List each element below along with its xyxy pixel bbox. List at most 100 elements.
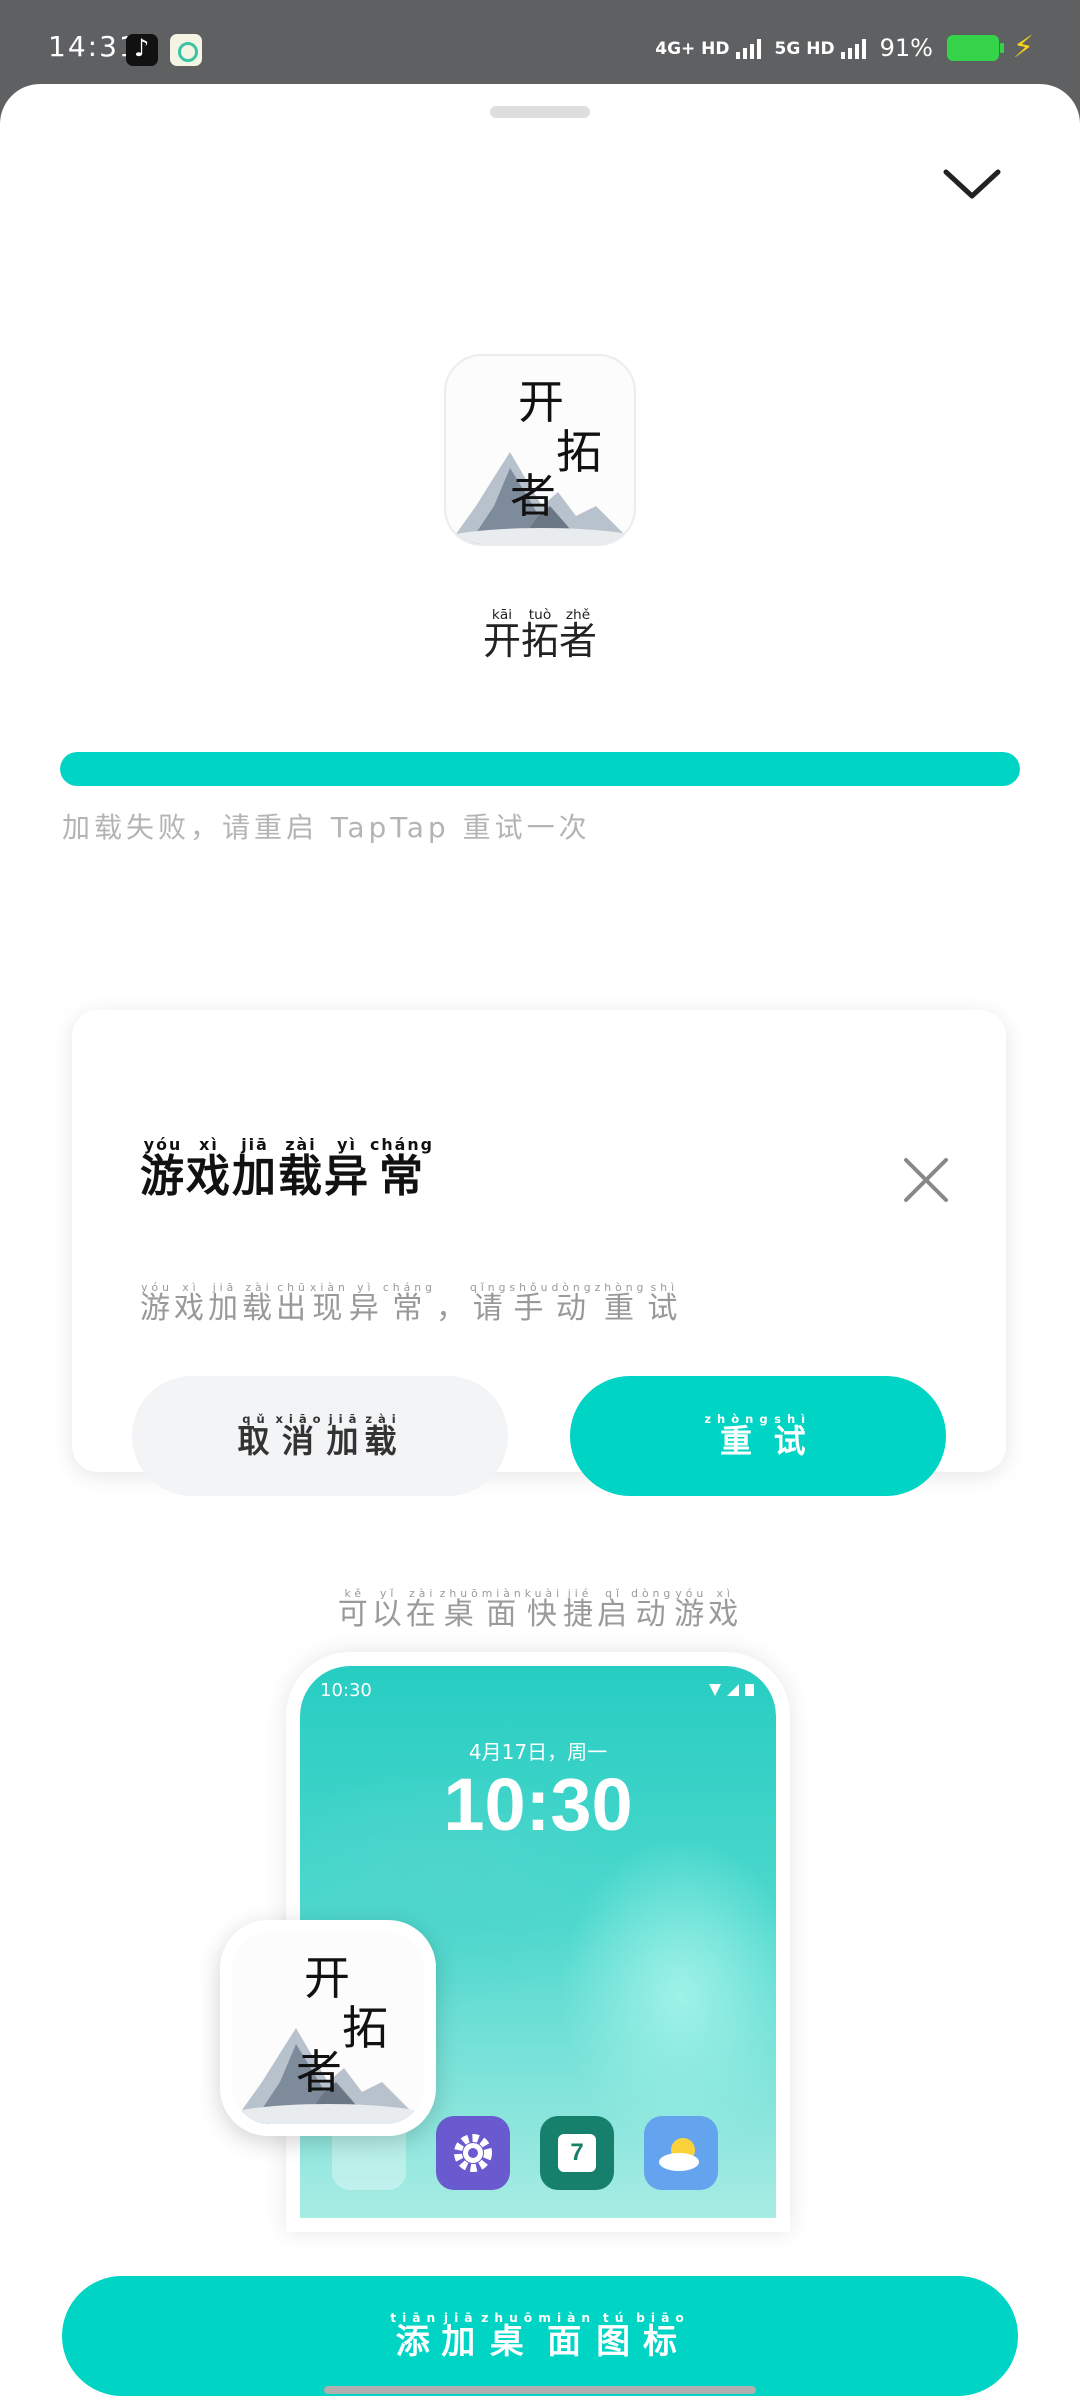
ruby-char: qǐng 请	[470, 1282, 510, 1325]
game-name-text: kāi 开 tuò 拓 zhě 者	[483, 608, 597, 662]
hanzi: 启	[597, 1597, 632, 1633]
hanzi: 在	[405, 1597, 440, 1633]
retry-label: zhòng 重 shì 试	[704, 1413, 811, 1459]
loading-progress-fill	[60, 752, 1020, 786]
icon-title-char: 者	[296, 2045, 342, 2099]
ruby-char: jiā 加	[327, 1413, 365, 1459]
ruby-char: xiāo 消	[275, 1413, 326, 1459]
hanzi: 以	[371, 1597, 406, 1633]
ruby-char: yì 异	[349, 1282, 383, 1325]
ruby-char: jiā 加	[208, 1282, 242, 1325]
dialog-message-text: yóu 游 xì 戏 jiā 加 zài 载 chū 出 xiàn 现 yì 异 cháng 常 ， qǐng 请…	[140, 1282, 681, 1325]
ruby-char: chū 出	[276, 1282, 310, 1325]
drag-handle[interactable]	[490, 106, 590, 118]
ruby-char: yǐ 以	[372, 1588, 406, 1631]
add-desktop-shortcut-label: tiān 添 jiā 加 zhuō 桌 miàn 面 tú 图 biāo 标	[390, 2311, 690, 2362]
hanzi: 出	[276, 1291, 310, 1327]
ruby-char: miàn 面	[482, 1588, 525, 1631]
hanzi: 图	[596, 2321, 637, 2362]
ruby-char: ，	[436, 1282, 470, 1325]
hanzi: ，	[435, 1291, 470, 1327]
ruby-char: dòng 动	[631, 1588, 674, 1631]
ruby-char: zài 在	[406, 1588, 440, 1631]
ruby-char: zài 载	[278, 1136, 324, 1202]
status-bar: 14:31 4G+ HD 5G HD 91% ⚡	[0, 0, 1080, 84]
close-icon[interactable]	[898, 1152, 954, 1208]
ruby-char: jié 捷	[563, 1588, 597, 1631]
home-indicator[interactable]	[324, 2386, 756, 2394]
calendar-day: 7	[558, 2134, 596, 2172]
app-icon	[170, 34, 202, 66]
hanzi: 可	[337, 1597, 372, 1633]
hanzi: 动	[556, 1291, 591, 1327]
ruby-char: xì 戏	[186, 1136, 232, 1202]
hanzi: 常	[378, 1150, 425, 1202]
retry-button[interactable]: zhòng 重 shì 试	[570, 1376, 946, 1496]
collapse-chevron-icon[interactable]	[940, 154, 1004, 218]
bottom-sheet: 开 拓 者 kāi 开 tuò 拓 zhě 者 加载失败，请重启 TapTap 重试一次 …	[0, 84, 1080, 2400]
ruby-char: biāo 标	[636, 2311, 690, 2361]
hanzi: 戏	[174, 1291, 208, 1327]
phone-date: 4月17日，周一	[468, 1740, 608, 1764]
hanzi: 取	[237, 1422, 276, 1461]
tiktok-icon	[126, 34, 158, 66]
phone-clock: 10:30	[443, 1763, 633, 1846]
ruby-char: xiàn 现	[310, 1282, 349, 1325]
hanzi: 面	[486, 1597, 521, 1633]
hanzi: 异	[348, 1291, 383, 1327]
icon-title-char: 拓	[556, 425, 602, 479]
ruby-char: zhě 者	[559, 608, 597, 662]
network-label-2: 5G HD	[774, 38, 835, 59]
hanzi: 加	[208, 1291, 242, 1327]
phone-status-icons	[709, 1684, 754, 1696]
hanzi: 捷	[563, 1597, 598, 1633]
battery-level: 91%	[879, 33, 933, 62]
ruby-char: jiā 加	[232, 1136, 278, 1200]
game-name: kāi 开 tuò 拓 zhě 者	[0, 584, 1080, 662]
hanzi: 戏	[186, 1150, 232, 1202]
loading-status-text: 加载失败，请重启 TapTap 重试一次	[62, 811, 591, 844]
icon-title: 开 拓 者	[232, 1932, 424, 2124]
hanzi: 载	[242, 1291, 276, 1327]
ruby-char: miàn 面	[538, 2311, 596, 2362]
hanzi: 重	[604, 1291, 638, 1327]
cancel-loading-label: qǔ 取 xiāo 消 jiā 加 zài 载	[237, 1413, 402, 1459]
hanzi: 游	[140, 1291, 174, 1327]
ruby-char: shǒu 手	[510, 1282, 552, 1325]
hanzi: 常	[392, 1291, 427, 1327]
ruby-char: shì 试	[774, 1413, 812, 1459]
hanzi: 请	[472, 1291, 507, 1327]
ruby-char: zhòng 重	[704, 1413, 773, 1459]
icon-title-char: 者	[510, 469, 556, 523]
hanzi: 面	[547, 2321, 588, 2362]
ruby-char: cháng 常	[383, 1282, 436, 1325]
hanzi: 游	[674, 1597, 709, 1633]
ruby-char: dòng 动	[551, 1282, 594, 1325]
ruby-char: yóu 游	[674, 1588, 708, 1631]
hanzi: 载	[278, 1150, 324, 1202]
hanzi: 动	[635, 1597, 670, 1633]
ruby-char: tú 图	[596, 2311, 637, 2362]
add-desktop-shortcut-button[interactable]: tiān 添 jiā 加 zhuō 桌 miàn 面 tú 图 biāo 标	[62, 2276, 1018, 2396]
ruby-char: qǔ 取	[237, 1413, 275, 1459]
hanzi: 者	[559, 619, 598, 664]
hanzi: 拓	[520, 619, 559, 664]
settings-icon	[436, 2116, 510, 2190]
ruby-char: xì 戏	[708, 1588, 742, 1631]
signal-bars-icon	[840, 37, 866, 59]
ruby-char: cháng 常	[370, 1136, 434, 1202]
ruby-char: tuò 拓	[521, 608, 559, 662]
battery-icon	[946, 34, 1004, 61]
ruby-char: qǐ 启	[597, 1588, 631, 1631]
hanzi: 重	[719, 1422, 758, 1461]
hanzi: 手	[513, 1291, 548, 1327]
ruby-char: yóu 游	[140, 1136, 186, 1200]
cancel-loading-button[interactable]: qǔ 取 xiāo 消 jiā 加 zài 载	[132, 1376, 508, 1496]
ruby-char: yóu 游	[140, 1282, 174, 1325]
ruby-char: shì 试	[647, 1282, 681, 1325]
ruby-char: kě 可	[338, 1588, 372, 1631]
loading-progress-bar	[60, 752, 1020, 786]
hanzi: 快	[526, 1597, 561, 1633]
load-error-dialog: yóu 游 xì 戏 jiā 加 zài 载 yì 异 cháng 常 yóu 游 xì 戏 jiā 加 zài 载…	[72, 1010, 1006, 1496]
hanzi: 加	[326, 1422, 365, 1461]
